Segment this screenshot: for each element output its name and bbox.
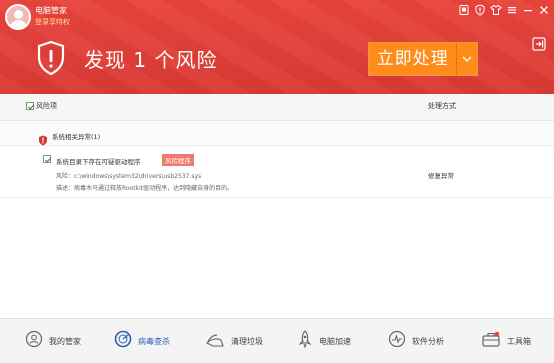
nav-clean-junk[interactable]: 清理垃圾 (205, 330, 263, 352)
broom-icon (205, 330, 225, 352)
shirt-icon[interactable] (490, 4, 502, 16)
nav-label: 电脑加速 (319, 336, 351, 346)
menu-icon[interactable] (506, 4, 518, 16)
chevron-down-icon[interactable] (457, 43, 477, 75)
exit-icon[interactable] (532, 36, 546, 55)
item-checkbox[interactable] (43, 155, 52, 163)
nav-label: 工具箱 (507, 336, 531, 346)
column-action-header: 处理方式 (428, 102, 456, 110)
risk-title: 发现 1 个风险 (84, 48, 218, 72)
repair-action-link[interactable]: 修复异常 (428, 170, 454, 180)
table-header (0, 94, 554, 121)
nav-toolbox[interactable]: 工具箱 (481, 330, 531, 352)
avatar[interactable] (5, 4, 31, 30)
bottom-nav-bar (0, 318, 554, 363)
butler-icon (25, 330, 43, 352)
nav-label: 软件分析 (412, 336, 444, 346)
login-link[interactable]: 登录享特权 (35, 17, 70, 27)
fix-now-label: 立即处理 (376, 49, 449, 69)
warning-shield-icon (38, 131, 48, 150)
item-description: 描述：病毒木马通过释放Rootkit驱动程序，达到隐藏自身的目的。 (56, 185, 234, 192)
nav-virus-scan[interactable]: 病毒查杀 (114, 330, 170, 352)
risk-tag-badge: 风险程序 (162, 154, 194, 166)
nav-speed-up[interactable]: 电脑加速 (297, 330, 351, 352)
item-path: 风险：c:\windows\system32\drivers\usb2537.s… (56, 173, 202, 180)
toolbox-icon (481, 330, 501, 352)
nav-software-analysis[interactable]: 软件分析 (388, 330, 444, 352)
nav-label: 清理垃圾 (231, 336, 263, 346)
nav-label: 我的管家 (49, 336, 81, 346)
virus-scan-icon (114, 330, 132, 352)
rocket-icon (297, 330, 313, 352)
group-label: 系统相关异常(1) (52, 133, 101, 141)
close-icon[interactable] (538, 4, 550, 16)
fix-now-button[interactable]: 立即处理 (368, 42, 478, 76)
column-risk-header: 风险项 (36, 102, 57, 110)
row-divider (0, 197, 554, 198)
item-title: 系统目录下存在可疑驱动程序 (56, 158, 141, 166)
app-title: 电脑管家 (35, 6, 67, 15)
window-controls (458, 4, 550, 16)
minimize-icon[interactable] (522, 4, 534, 16)
risk-shield-icon (36, 40, 66, 80)
shield-protect-icon[interactable] (474, 4, 486, 16)
skin-icon[interactable] (458, 4, 470, 16)
software-analysis-icon (388, 330, 406, 352)
nav-my-butler[interactable]: 我的管家 (25, 330, 81, 352)
select-all-checkbox[interactable] (26, 102, 35, 110)
nav-label: 病毒查杀 (138, 336, 170, 346)
